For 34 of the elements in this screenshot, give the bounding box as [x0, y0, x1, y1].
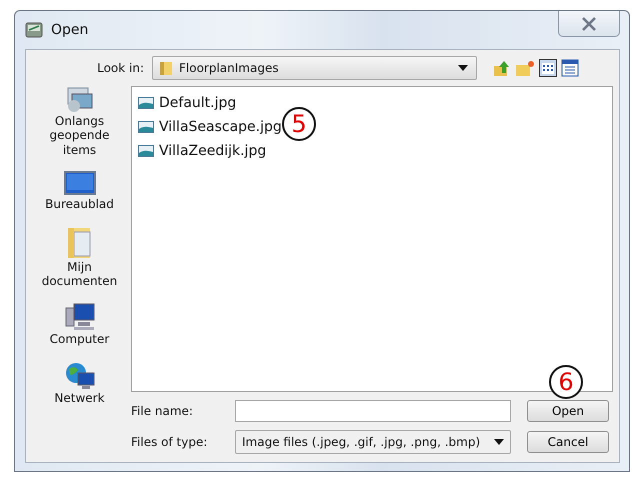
place-link[interactable]: Bureaublad [45, 197, 114, 212]
list-view-icon[interactable] [539, 59, 557, 77]
place-link[interactable]: Netwerk [54, 390, 105, 406]
file-item[interactable]: Default.jpg [159, 91, 236, 115]
computer-icon [64, 302, 96, 332]
file-type-dropdown[interactable]: Image files (.jpeg, .gif, .jpg, .png, .bmp) [235, 430, 511, 454]
cancel-button[interactable]: Cancel [527, 431, 609, 453]
file-item[interactable]: VillaZeedijk.jpg [159, 139, 266, 163]
folder-icon [159, 60, 173, 76]
details-view-icon[interactable] [561, 59, 579, 77]
file-name-field[interactable] [235, 400, 511, 422]
close-icon [581, 16, 597, 30]
file-type-label: Files of type: [131, 434, 208, 451]
close-button[interactable] [558, 11, 620, 37]
place-link[interactable]: Onlangs geopende items [32, 114, 127, 158]
place-link[interactable]: Computer [50, 332, 110, 347]
look-in-dropdown[interactable]: FloorplanImages [152, 56, 477, 80]
image-file-icon [138, 121, 154, 133]
app-icon [25, 22, 43, 38]
image-file-icon [138, 145, 154, 157]
desktop-icon [64, 171, 96, 198]
window-title: Open [51, 20, 88, 40]
network-icon [64, 360, 96, 391]
file-item[interactable]: VillaSeascape.jpg [159, 115, 282, 139]
dropdown-arrow-icon [458, 65, 468, 71]
dropdown-arrow-icon [494, 439, 504, 445]
callout-number: 5 [282, 107, 316, 141]
image-file-icon [138, 97, 154, 109]
place-link[interactable]: Mijn documenten [32, 260, 127, 288]
documents-folder-icon [66, 226, 94, 260]
file-name-label: File name: [131, 403, 194, 420]
look-in-label: Look in: [96, 60, 144, 77]
up-folder-icon[interactable] [493, 59, 511, 77]
open-button[interactable]: Open [527, 400, 609, 422]
